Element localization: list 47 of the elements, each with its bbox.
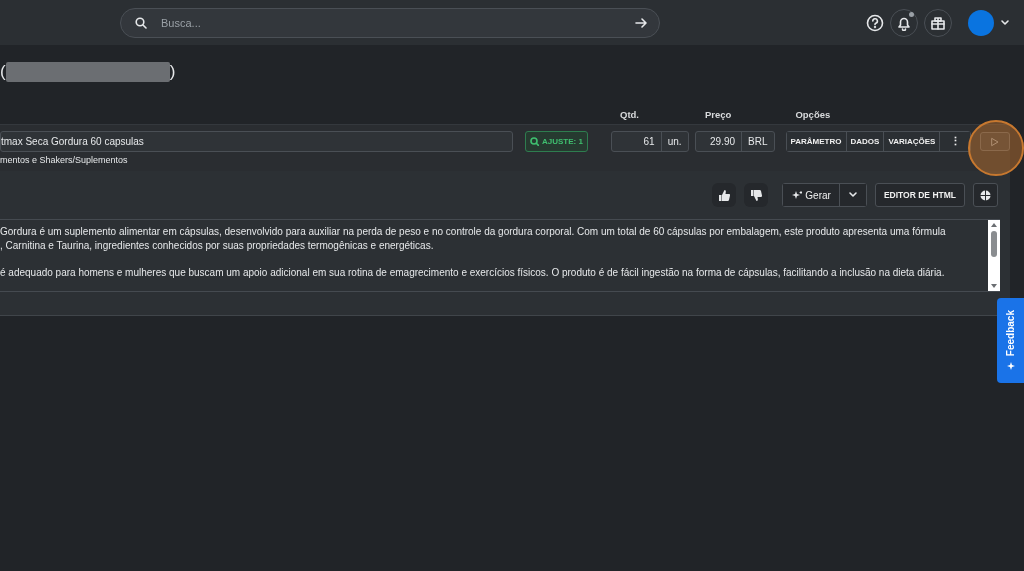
price-value: 29.90 [695, 132, 743, 151]
column-header: Opções [795, 108, 831, 120]
chevron-down-icon[interactable] [1000, 17, 1010, 28]
dropdown-button[interactable] [839, 184, 866, 206]
search-icon [135, 16, 147, 29]
gift-button[interactable] [924, 8, 952, 37]
scroll-down-icon[interactable] [990, 283, 998, 289]
gift-icon [930, 14, 946, 31]
search-icon [529, 137, 539, 146]
thumbs-down-icon [749, 188, 763, 202]
scroll-up-icon[interactable] [990, 222, 998, 228]
unit-label: un. [666, 135, 683, 149]
column-header: Qtd. [620, 108, 639, 120]
html-editor-button[interactable]: EDITOR DE HTML [874, 183, 965, 207]
price-field[interactable]: 29.90 BRL [694, 131, 775, 152]
option-button[interactable]: PARÂMETRO [786, 132, 847, 151]
play-icon [990, 136, 1001, 147]
arrow-right-icon[interactable] [635, 16, 647, 29]
globe-icon [980, 189, 991, 201]
thumbs-down-button[interactable] [744, 183, 769, 207]
title-paren: ( [0, 62, 6, 82]
generate-button[interactable]: Gerar [783, 184, 840, 206]
thumbs-up-icon [717, 188, 731, 202]
currency-label: BRL [747, 135, 769, 149]
chevron-down-icon [847, 190, 858, 200]
column-header: Preço [705, 108, 732, 120]
sparkle-icon [791, 190, 803, 200]
thumbs-up-button[interactable] [712, 183, 737, 207]
category-path: mentos e Shakers/Suplementos [0, 155, 129, 167]
description-line: é adequado para homens e mulheres que buscam um apoio adicional em sua rotina de emagrecimento e exercícios físicos. O produto é de fácil ingestão na forma de cápsulas, facilitando a inclusão na dieta diária. [0, 265, 945, 279]
quantity-value: 61 [611, 132, 662, 151]
search-field[interactable]: Busca... [120, 7, 660, 38]
description-line: Gordura é um suplemento alimentar em cápsulas, desenvolvido para auxiliar na perda de peso e no controle da gordura corporal. Com um total de 60 cápsulas por embalagem, este produto apresenta uma fórmula [0, 225, 946, 239]
product-name-field[interactable]: tmax Seca Gordura 60 capsulas [0, 131, 514, 152]
description-textarea[interactable] [0, 219, 1000, 292]
search-input[interactable]: Busca... [159, 15, 623, 30]
globe-button[interactable] [973, 183, 998, 207]
adjust-button[interactable]: AJUSTE: 1 [525, 131, 588, 152]
scrollbar-thumb[interactable] [991, 231, 997, 257]
help-icon[interactable] [866, 13, 884, 32]
avatar[interactable] [968, 9, 994, 36]
scrollbar[interactable] [988, 220, 1000, 291]
notification-button[interactable] [890, 8, 918, 37]
description-line: , Carnitina e Taurina, ingredientes conhecidos por suas propriedades termogênicas e energéticas. [0, 238, 434, 252]
title-paren: ) [169, 62, 176, 82]
feedback-button[interactable]: Feedback [997, 298, 1024, 383]
quantity-field[interactable]: 61 un. [610, 131, 689, 152]
